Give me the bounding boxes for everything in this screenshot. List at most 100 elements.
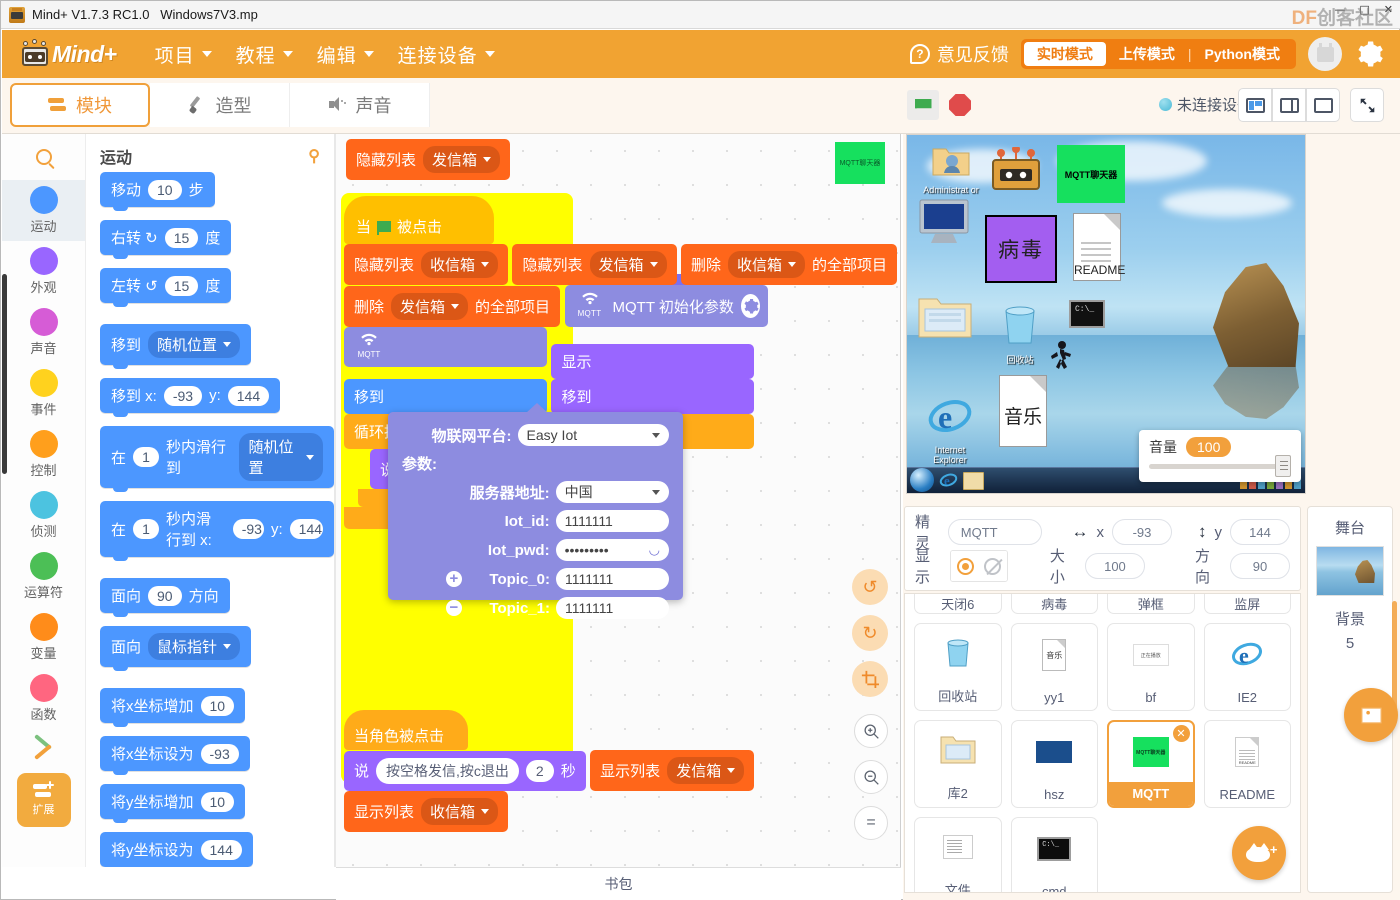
- palette-scrollbar[interactable]: [2, 274, 7, 474]
- block-dropdown[interactable]: 鼠标指针: [148, 633, 241, 660]
- list-item[interactable]: 病毒: [1010, 594, 1098, 614]
- palette-block-set-x[interactable]: 将x坐标设为 -93: [100, 736, 250, 775]
- pin-icon[interactable]: ⚲: [308, 146, 320, 166]
- list-item-yy1[interactable]: 音乐 yy1: [1010, 623, 1098, 711]
- stage[interactable]: Administrat or 回收站 e Internet Explorer M…: [906, 134, 1306, 494]
- list-item-ie2[interactable]: e IE2: [1203, 623, 1291, 711]
- delete-sprite-button[interactable]: ✕: [1172, 725, 1190, 742]
- volume-slider[interactable]: [1149, 455, 1291, 477]
- sidebar-item-motion[interactable]: 运动: [2, 180, 85, 241]
- iotpwd-input[interactable]: ••••••••• ◡: [555, 539, 669, 561]
- canvas-block-hide-list-outbox[interactable]: 隐藏列表 发信箱: [512, 244, 677, 285]
- close-button[interactable]: ✕: [1384, 3, 1393, 16]
- script-canvas[interactable]: 隐藏列表 发信箱 MQTT聊天器 MQTT消息 当 被点击 隐藏列表 收信箱: [336, 134, 901, 867]
- list-item-cmd[interactable]: C:\_ cmd: [1010, 817, 1098, 892]
- canvas-block-hide-list-inbox[interactable]: 隐藏列表 收信箱: [344, 244, 509, 285]
- canvas-hat-when-sprite-clicked[interactable]: 当角色被点击: [344, 710, 468, 750]
- palette-block-point-towards[interactable]: 面向 鼠标指针: [100, 626, 252, 671]
- sidebar-item-looks[interactable]: 外观: [2, 241, 85, 302]
- layout-large-stage-button[interactable]: [1306, 88, 1340, 122]
- block-dropdown[interactable]: 发信箱: [589, 251, 667, 278]
- canvas-block-hide-list-loose[interactable]: 隐藏列表 发信箱: [346, 139, 511, 180]
- server-select[interactable]: 中国: [555, 481, 669, 503]
- green-flag-button[interactable]: [907, 90, 939, 120]
- block-dropdown[interactable]: 发信箱: [391, 292, 469, 320]
- zoom-in-button[interactable]: [854, 714, 888, 748]
- fullscreen-button[interactable]: [1350, 88, 1384, 122]
- palette-block-set-y[interactable]: 将y坐标设为 144: [100, 832, 253, 867]
- block-number-input[interactable]: 15: [164, 227, 199, 248]
- canvas-block-delete-all-outbox[interactable]: 删除 发信箱 的全部项目: [344, 285, 561, 327]
- sidebar-item-events[interactable]: 事件: [2, 363, 85, 424]
- block-dropdown[interactable]: 收信箱: [421, 251, 499, 278]
- menu-connect-device[interactable]: 连接设备: [386, 37, 507, 72]
- iotid-input[interactable]: 1111111: [555, 510, 669, 532]
- feedback-button[interactable]: ? 意见反馈: [909, 41, 1009, 67]
- canvas-block-say-hint[interactable]: 说 按空格发信,按c退出 2 秒: [344, 750, 586, 791]
- sidebar-item-operators[interactable]: 运算符: [2, 546, 85, 607]
- sidebar-item-sensing[interactable]: 侦测: [2, 485, 85, 546]
- show-sprite-button[interactable]: [951, 551, 979, 581]
- palette-block-glide-xy[interactable]: 在 1 秒内滑行到 x: -93 y: 144: [100, 501, 334, 561]
- canvas-hat-when-flag-clicked[interactable]: 当 被点击: [344, 196, 494, 244]
- list-item-wenjian[interactable]: 文件: [914, 817, 1002, 892]
- list-item-recycle-bin[interactable]: 回收站: [914, 623, 1002, 711]
- mqtt-params-dialog[interactable]: 物联网平台: Easy Iot 参数: 服务器地址: 中国 Iot_id: 11…: [388, 403, 683, 619]
- search-button[interactable]: [2, 134, 85, 180]
- palette-block-turn-left[interactable]: 左转 ↺ 15 度: [100, 268, 232, 307]
- tab-blocks[interactable]: 模块: [10, 83, 150, 127]
- stage-sprite-music[interactable]: 音乐: [999, 375, 1047, 447]
- add-topic-button[interactable]: +: [446, 571, 462, 587]
- mode-upload[interactable]: 上传模式: [1106, 42, 1188, 66]
- canvas-block-mqtt-second[interactable]: MQTT: [344, 327, 547, 367]
- maximize-button[interactable]: □: [1359, 3, 1369, 16]
- sprite-list-scrollbar[interactable]: [1392, 601, 1397, 721]
- undo-button[interactable]: ↺: [852, 569, 888, 605]
- canvas-block-goto-1[interactable]: 移到: [344, 379, 547, 414]
- tab-costumes[interactable]: 造型: [150, 83, 290, 127]
- block-dropdown[interactable]: 随机位置: [239, 433, 323, 481]
- block-number-input[interactable]: 10: [148, 179, 182, 200]
- canvas-block-show-list-outbox[interactable]: 显示列表 发信箱: [590, 750, 755, 791]
- stage-sprite-virus[interactable]: 病毒: [985, 215, 1057, 283]
- palette-block-change-y[interactable]: 将y坐标增加 10: [100, 784, 246, 823]
- block-number-input[interactable]: -93: [232, 519, 264, 539]
- sidebar-item-control[interactable]: 控制: [2, 424, 85, 485]
- menu-project[interactable]: 项目: [143, 37, 224, 72]
- canvas-block-delete-all-inbox[interactable]: 删除 收信箱 的全部项目: [680, 244, 898, 285]
- eye-toggle-icon[interactable]: ◡: [649, 542, 660, 558]
- size-input[interactable]: 100: [1084, 553, 1145, 579]
- hide-sprite-button[interactable]: [978, 551, 1007, 581]
- block-number-input[interactable]: 2: [525, 759, 554, 782]
- menu-tutorial[interactable]: 教程: [224, 37, 305, 72]
- block-number-input[interactable]: 144: [289, 519, 323, 539]
- stage-sprite-mqtt[interactable]: MQTT聊天器: [1057, 145, 1125, 203]
- block-number-input[interactable]: -93: [200, 743, 239, 764]
- sidebar-item-functions[interactable]: 函数: [2, 668, 85, 729]
- y-input[interactable]: 144: [1230, 519, 1290, 545]
- sprite-name-input[interactable]: MQTT: [947, 519, 1042, 545]
- script-stack-2[interactable]: 当角色被点击 说 按空格发信,按c退出 2 秒 显示列表 发信箱 显示列表 收信…: [344, 710, 900, 832]
- minimize-button[interactable]: —: [1334, 3, 1345, 16]
- block-number-input[interactable]: -93: [163, 385, 203, 406]
- zoom-out-button[interactable]: [854, 760, 888, 794]
- list-item[interactable]: 天闭6: [914, 594, 1002, 614]
- backpack-bar[interactable]: 书包: [336, 867, 901, 900]
- list-item-ku2[interactable]: 库2: [914, 720, 1002, 808]
- list-item-readme[interactable]: README README: [1203, 720, 1291, 808]
- remove-topic-button[interactable]: −: [446, 600, 462, 616]
- block-number-input[interactable]: 1: [133, 447, 160, 467]
- list-item-bf[interactable]: 正在播放 bf: [1107, 623, 1195, 711]
- sidebar-item-extensions[interactable]: 扩展: [16, 773, 71, 827]
- topic0-input[interactable]: 1111111: [555, 568, 669, 590]
- sidebar-item-sound[interactable]: 声音: [2, 302, 85, 363]
- settings-gear-icon[interactable]: [1354, 39, 1384, 69]
- palette-block-point-direction[interactable]: 面向 90 方向: [100, 578, 230, 617]
- palette-block-goto-xy[interactable]: 移到 x: -93 y: 144: [100, 378, 281, 417]
- block-dropdown[interactable]: 发信箱: [667, 757, 745, 784]
- stop-button[interactable]: [949, 94, 971, 116]
- mode-python[interactable]: Python模式: [1192, 42, 1293, 66]
- block-number-input[interactable]: 15: [164, 275, 199, 296]
- canvas-block-mqtt-init[interactable]: MQTT MQTT 初始化参数: [564, 285, 768, 327]
- add-backdrop-button[interactable]: [1344, 688, 1398, 742]
